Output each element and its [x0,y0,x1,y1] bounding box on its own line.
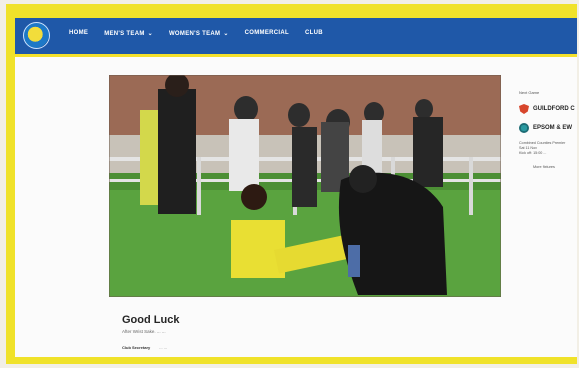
sidebar-heading: Next Game [519,90,540,95]
nav-mens-team[interactable]: MEN'S TEAM ⌄ [104,30,153,37]
nav-womens-team-label: WOMEN'S TEAM [168,31,221,37]
article-date: ... ... [159,345,168,350]
more-fixtures-link[interactable]: More fixtures [533,165,555,169]
nav-womens-team[interactable]: WOMEN'S TEAM ⌄ [169,30,229,37]
top-navigation-bar: HOME MEN'S TEAM ⌄ WOMEN'S TEAM ⌄ COMMERCIA… [15,18,577,57]
website-screen: HOME MEN'S TEAM ⌄ WOMEN'S TEAM ⌄ COMMERCIA… [15,18,577,357]
away-team-name: EPSOM & EW [533,125,573,131]
main-navigation: HOME MEN'S TEAM ⌄ WOMEN'S TEAM ⌄ COMMERCIA… [69,30,323,37]
nav-club-label: CLUB [305,30,323,36]
article-summary: After Wrist Sake. ... ... [122,329,166,334]
nav-home-label: HOME [69,30,89,36]
nav-commercial[interactable]: COMMERCIAL [245,30,289,37]
epsom-crest-icon [519,123,529,133]
fixture-sidebar: Next Game GUILDFORD C EPSOM & EW Combine… [519,90,577,173]
nav-club[interactable]: CLUB [305,30,323,37]
away-team-row[interactable]: EPSOM & EW [519,122,577,134]
fixture-details: Combined Counties Premier Sat 11 Nov Kic… [519,141,577,155]
nav-mens-team-label: MEN'S TEAM [104,31,145,37]
nav-home[interactable]: HOME [69,30,88,37]
home-team-row[interactable]: GUILDFORD C [519,103,577,115]
article-meta: Club Secretary ... ... [122,345,167,350]
chevron-down-icon: ⌄ [223,31,229,37]
nav-commercial-label: COMMERCIAL [244,30,289,36]
featured-article-image[interactable] [109,75,501,297]
article-author: Club Secretary [122,345,151,350]
photo-frame: HOME MEN'S TEAM ⌄ WOMEN'S TEAM ⌄ COMMERCIA… [6,4,577,364]
fixture-kickoff: Kick off: 15:00 ... [519,150,547,155]
chevron-down-icon: ⌄ [147,31,153,37]
guildford-crest-icon [519,104,529,114]
club-logo[interactable] [23,22,50,49]
home-team-name: GUILDFORD C [533,106,575,112]
football-match-photo [109,75,501,297]
article-title[interactable]: Good Luck [122,314,179,326]
